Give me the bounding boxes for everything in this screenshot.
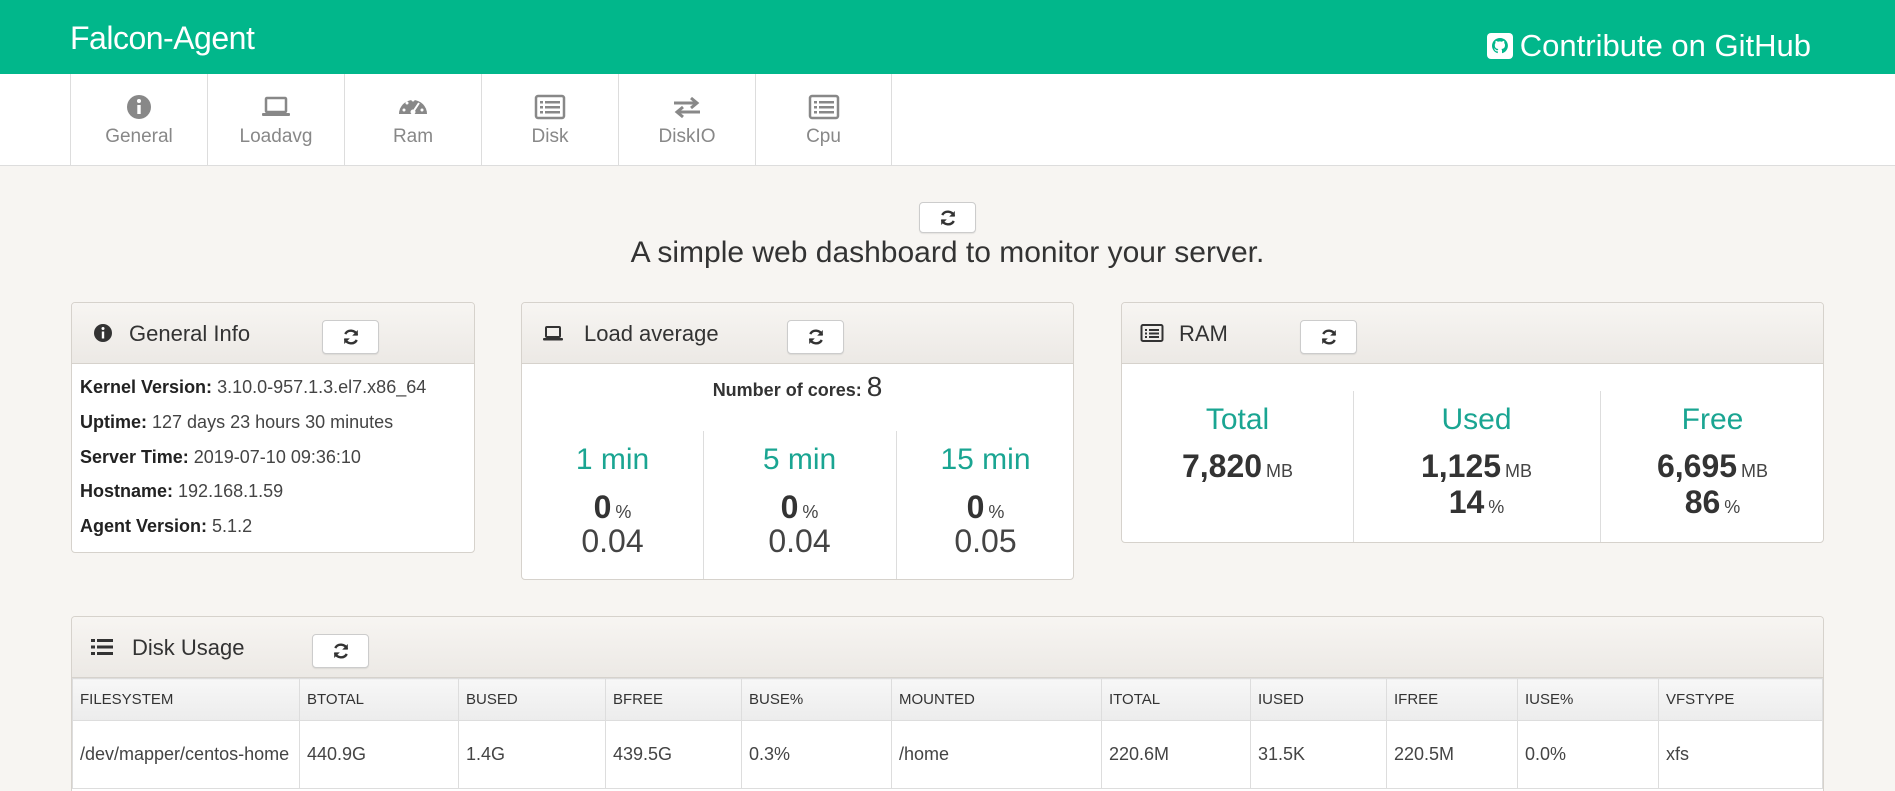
- laptop-icon: [543, 326, 563, 341]
- table-row: /dev/mapper/centos-home 440.9G 1.4G 439.…: [72, 720, 1823, 789]
- column-header[interactable]: IUSE%: [1517, 678, 1659, 721]
- tab-bar: General Loadavg Ram Disk DiskIO Cpu: [0, 74, 1895, 166]
- panel-title: Load average: [584, 321, 719, 346]
- table-cell: 440.9G: [299, 720, 459, 789]
- table-cell: 0.0%: [1517, 720, 1659, 789]
- tab-label: Ram: [392, 126, 434, 147]
- table-cell: 1.4G: [458, 720, 606, 789]
- load-15min-percent: 0%: [966, 489, 1005, 525]
- ram-total-value: 7,820 MB: [1181, 448, 1294, 484]
- column-header[interactable]: BUSED: [458, 678, 606, 721]
- column-header[interactable]: IUSED: [1250, 678, 1387, 721]
- info-icon: [127, 95, 151, 119]
- uptime-row: Uptime: 127 days 23 hours 30 minutes: [80, 412, 394, 432]
- load-1min-label: 1 min: [575, 443, 650, 476]
- panel-header: General Info: [72, 303, 474, 364]
- refresh-general-button[interactable]: [322, 320, 379, 354]
- list-icon: [91, 639, 113, 655]
- load-1min-value: 0.04: [581, 523, 644, 559]
- tab-label: Disk: [531, 126, 569, 147]
- laptop-icon: [262, 96, 290, 116]
- load-1min-percent: 0%: [593, 489, 632, 525]
- list-alt-icon: [808, 94, 839, 120]
- refresh-icon: [1321, 329, 1336, 345]
- refresh-icon: [808, 329, 823, 345]
- load-5min-label: 5 min: [762, 443, 837, 476]
- table-header-row: FILESYSTEM BTOTAL BUSED BFREE BUSE% MOUN…: [72, 678, 1823, 721]
- panel-header: RAM: [1122, 303, 1823, 364]
- server-time-row: Server Time: 2019-07-10 09:36:10: [80, 447, 361, 467]
- table-cell: 220.6M: [1101, 720, 1251, 789]
- ram-used-value: 1,125 MB: [1420, 448, 1533, 484]
- ram-panel: RAM Total 7,820 MB Used 1,125 MB 14% Free …: [1121, 302, 1824, 543]
- ram-total-label: Total: [1205, 403, 1270, 436]
- load-15min-value: 0.05: [954, 523, 1017, 559]
- hostname-row: Hostname: 192.168.1.59: [80, 481, 284, 501]
- cores-row: Number of cores: 8: [522, 371, 1073, 403]
- tab-general[interactable]: General: [70, 74, 207, 166]
- disk-usage-table: FILESYSTEM BTOTAL BUSED BFREE BUSE% MOUN…: [72, 678, 1823, 789]
- tab-disk[interactable]: Disk: [481, 74, 618, 166]
- cores-value: 8: [866, 371, 883, 402]
- table-cell: 439.5G: [605, 720, 742, 789]
- brand-logo[interactable]: Falcon-Agent: [70, 20, 255, 57]
- load-average-panel: Load average Number of cores: 8 1 min 0%…: [521, 302, 1074, 580]
- refresh-icon: [333, 643, 348, 659]
- table-cell: /dev/mapper/centos-home: [72, 720, 300, 789]
- page-tagline: A simple web dashboard to monitor your s…: [630, 236, 1265, 269]
- github-link[interactable]: Contribute on GitHub: [1486, 28, 1811, 64]
- refresh-all-button[interactable]: [919, 202, 976, 233]
- column-header[interactable]: ITOTAL: [1101, 678, 1251, 721]
- column-header[interactable]: BTOTAL: [299, 678, 459, 721]
- tab-loadavg[interactable]: Loadavg: [207, 74, 344, 166]
- kernel-version-row: Kernel Version: 3.10.0-957.1.3.el7.x86_6…: [80, 377, 427, 397]
- table-cell: 0.3%: [741, 720, 892, 789]
- column-header[interactable]: BUSE%: [741, 678, 892, 721]
- column-header[interactable]: MOUNTED: [891, 678, 1102, 721]
- github-icon: [1486, 33, 1513, 59]
- agent-version-row: Agent Version: 5.1.2: [80, 516, 253, 536]
- table-cell: 220.5M: [1386, 720, 1518, 789]
- tab-label: General: [105, 126, 173, 147]
- tab-label: Loadavg: [239, 126, 313, 147]
- dashboard-icon: [399, 98, 427, 115]
- column-header[interactable]: IFREE: [1386, 678, 1518, 721]
- refresh-icon: [940, 209, 955, 226]
- load-15min-label: 15 min: [940, 443, 1031, 476]
- table-cell: 31.5K: [1250, 720, 1387, 789]
- tab-label: Cpu: [806, 126, 841, 147]
- exchange-icon: [674, 96, 700, 119]
- list-alt-icon: [534, 94, 566, 120]
- tab-cpu[interactable]: Cpu: [755, 74, 892, 166]
- github-label: Contribute on GitHub: [1519, 28, 1811, 63]
- ram-free-label: Free: [1681, 403, 1744, 436]
- general-info-panel: General Info Kernel Version: 3.10.0-957.…: [71, 302, 475, 553]
- ram-used-label: Used: [1441, 403, 1512, 436]
- tab-diskio[interactable]: DiskIO: [618, 74, 755, 166]
- cores-label: Number of cores:: [712, 380, 862, 400]
- tab-ram[interactable]: Ram: [344, 74, 481, 166]
- column-header[interactable]: VFSTYPE: [1658, 678, 1823, 721]
- load-5min-value: 0.04: [768, 523, 831, 559]
- list-alt-icon: [1140, 324, 1164, 342]
- load-5min-percent: 0%: [780, 489, 819, 525]
- table-cell: /home: [891, 720, 1102, 789]
- ram-free-percent: 86%: [1684, 484, 1741, 520]
- table-cell: xfs: [1658, 720, 1823, 789]
- column-header[interactable]: FILESYSTEM: [72, 678, 300, 721]
- ram-free-value: 6,695 MB: [1656, 448, 1769, 484]
- ram-used-percent: 14%: [1448, 484, 1505, 520]
- refresh-loadavg-button[interactable]: [787, 320, 844, 354]
- refresh-icon: [343, 329, 358, 345]
- info-icon: [94, 324, 112, 342]
- column-header[interactable]: BFREE: [605, 678, 742, 721]
- refresh-ram-button[interactable]: [1300, 320, 1357, 354]
- panel-title: Disk Usage: [132, 635, 245, 660]
- panel-title: General Info: [129, 321, 251, 346]
- refresh-disk-button[interactable]: [312, 634, 369, 668]
- panel-title: RAM: [1179, 321, 1228, 346]
- top-navbar: Falcon-Agent Contribute on GitHub: [0, 0, 1895, 74]
- tab-label: DiskIO: [658, 126, 716, 147]
